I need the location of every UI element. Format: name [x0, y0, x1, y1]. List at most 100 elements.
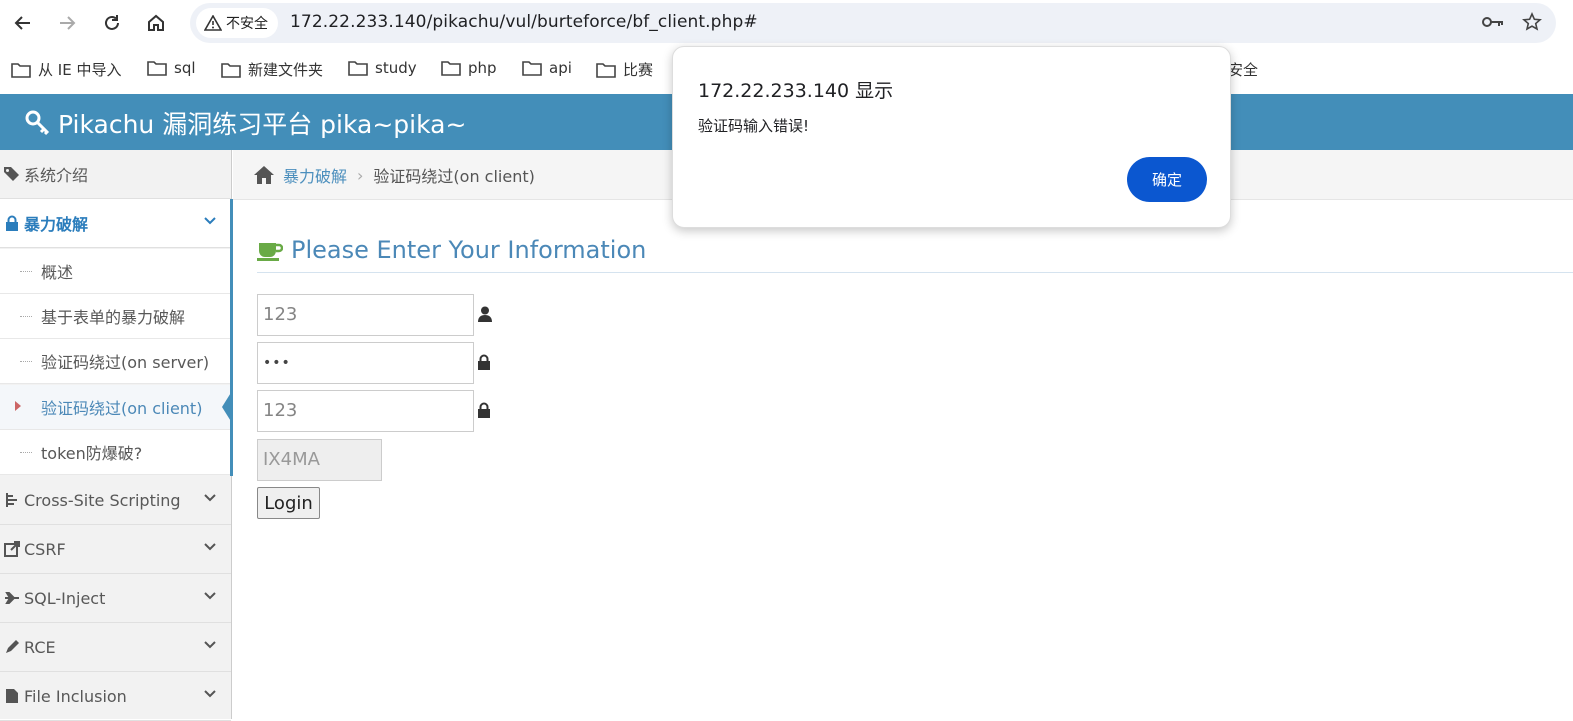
sidebar-item-file-inclusion[interactable]: File Inclusion — [0, 672, 231, 721]
page-title: Please Enter Your Information — [257, 236, 646, 264]
sidebar-subitem-label: 验证码绕过(on server) — [41, 353, 210, 372]
lock-icon — [6, 215, 18, 231]
sidebar-item-label: SQL-Inject — [24, 588, 106, 608]
alert-dialog: 172.22.233.140 显示 验证码输入错误! 确定 — [672, 46, 1231, 228]
address-bar[interactable]: 不安全 172.22.233.140/pikachu/vul/burteforc… — [190, 3, 1556, 43]
sidebar-active-indicator — [230, 199, 233, 476]
chevron-down-icon — [204, 641, 216, 649]
password-input[interactable]: ••• — [257, 342, 474, 384]
folder-icon — [147, 61, 167, 76]
user-icon — [478, 306, 492, 322]
bookmark-folder[interactable]: sql — [147, 59, 196, 77]
folder-icon — [221, 62, 241, 78]
chevron-down-icon — [204, 592, 216, 600]
home-button[interactable] — [141, 8, 171, 38]
url-text[interactable]: 172.22.233.140/pikachu/vul/burteforce/bf… — [290, 12, 758, 32]
security-label: 不安全 — [226, 16, 268, 32]
sidebar-item-intro[interactable]: 系统介绍 — [0, 150, 231, 199]
sidebar-item-csrf[interactable]: CSRF — [0, 525, 231, 574]
file-icon — [6, 689, 18, 703]
sidebar-subitem-overview[interactable]: 概述 — [0, 249, 231, 294]
bookmark-folder[interactable]: study — [348, 59, 417, 77]
bookmark-label: 新建文件夹 — [248, 61, 324, 79]
folder-icon — [441, 61, 461, 76]
page-title-text: Please Enter Your Information — [291, 236, 647, 264]
sidebar-item-xss[interactable]: Cross-Site Scripting — [0, 476, 231, 525]
chevron-down-icon — [204, 543, 216, 551]
bookmark-label: api — [549, 59, 572, 77]
security-chip[interactable]: 不安全 — [196, 8, 278, 38]
app-title[interactable]: Pikachu 漏洞练习平台 pika~pika~ — [24, 105, 466, 141]
home-icon[interactable] — [253, 165, 275, 185]
breadcrumb-current: 验证码绕过(on client) — [373, 167, 535, 186]
plane-icon — [5, 592, 19, 604]
sidebar-subitem-label: token防爆破? — [41, 444, 143, 463]
forward-button[interactable] — [52, 8, 82, 38]
bookmark-label: 比赛 — [623, 61, 654, 79]
captcha-input[interactable]: 123 — [257, 390, 474, 432]
title-divider — [257, 272, 1573, 273]
bookmark-label: 从 IE 中导入 — [38, 61, 122, 79]
folder-icon — [596, 62, 616, 78]
bookmark-folder[interactable]: php — [441, 59, 497, 77]
reload-icon — [105, 15, 119, 30]
sidebar-item-bruteforce[interactable]: 暴力破解 — [0, 199, 231, 248]
sidebar: 系统介绍 暴力破解 概述 基于表单的暴力破解 验证码绕过(on server) … — [0, 150, 232, 721]
bookmark-label: study — [375, 59, 417, 77]
back-icon — [14, 16, 30, 30]
sidebar-subitem-token[interactable]: token防爆破? — [0, 430, 231, 475]
folder-icon — [11, 62, 31, 78]
sidebar-item-label: Cross-Site Scripting — [24, 490, 181, 510]
key-icon[interactable] — [1482, 15, 1504, 29]
sidebar-item-rce[interactable]: RCE — [0, 623, 231, 672]
breadcrumb-parent-link[interactable]: 暴力破解 — [283, 163, 347, 187]
sidebar-subitem-captcha-server[interactable]: 验证码绕过(on server) — [0, 339, 231, 384]
sidebar-subitem-form-bruteforce[interactable]: 基于表单的暴力破解 — [0, 294, 231, 339]
username-input[interactable]: 123 — [257, 294, 474, 336]
dialog-message: 验证码输入错误! — [698, 117, 810, 135]
dialog-ok-button[interactable]: 确定 — [1127, 157, 1207, 202]
sidebar-subitem-label: 基于表单的暴力破解 — [41, 308, 186, 327]
login-button[interactable]: Login — [257, 487, 320, 519]
tags-icon — [4, 167, 19, 181]
reload-button[interactable] — [97, 8, 127, 38]
sidebar-current-pointer — [222, 391, 232, 423]
sidebar-subitem-captcha-client[interactable]: 验证码绕过(on client) — [0, 385, 231, 430]
pencil-icon — [6, 640, 19, 653]
sidebar-item-label: CSRF — [24, 539, 66, 559]
lock-icon — [478, 354, 490, 370]
browser-toolbar: 不安全 172.22.233.140/pikachu/vul/burteforc… — [0, 0, 1573, 46]
sidebar-subitem-label: 概述 — [41, 263, 74, 282]
breadcrumb-separator-icon: › — [357, 165, 364, 185]
bookmark-folder[interactable]: 从 IE 中导入 — [11, 59, 121, 80]
sidebar-item-label: 暴力破解 — [24, 215, 89, 234]
forward-icon — [60, 16, 76, 30]
folder-icon — [522, 61, 542, 76]
bookmark-label: 安全 — [1228, 61, 1259, 79]
sidebar-item-label: File Inclusion — [24, 686, 127, 706]
bookmark-label: sql — [174, 59, 196, 77]
app-title-text: Pikachu 漏洞练习平台 pika~pika~ — [58, 110, 467, 139]
captcha-code-display[interactable]: IX4MA — [257, 439, 382, 481]
caret-right-icon — [15, 401, 21, 411]
share-icon — [4, 541, 20, 557]
folder-icon — [348, 61, 368, 76]
lock-icon — [478, 402, 490, 418]
bookmark-folder[interactable]: 安全 — [1228, 59, 1258, 80]
sidebar-item-sqli[interactable]: SQL-Inject — [0, 574, 231, 623]
bookmark-folder[interactable]: api — [522, 59, 572, 77]
dialog-title: 172.22.233.140 显示 — [698, 80, 894, 102]
sidebar-item-label: RCE — [24, 637, 56, 657]
xss-icon — [6, 493, 17, 507]
chevron-down-icon — [204, 690, 216, 698]
sidebar-item-label: 系统介绍 — [24, 166, 89, 185]
key-icon — [25, 110, 50, 136]
chevron-down-icon — [204, 217, 216, 225]
star-icon[interactable] — [1522, 12, 1542, 32]
coffee-icon — [257, 243, 283, 261]
bookmark-folder[interactable]: 比赛 — [596, 59, 653, 80]
sidebar-subitem-label: 验证码绕过(on client) — [41, 399, 203, 418]
back-button[interactable] — [8, 8, 38, 38]
chevron-down-icon — [204, 494, 216, 502]
bookmark-folder[interactable]: 新建文件夹 — [221, 59, 323, 80]
